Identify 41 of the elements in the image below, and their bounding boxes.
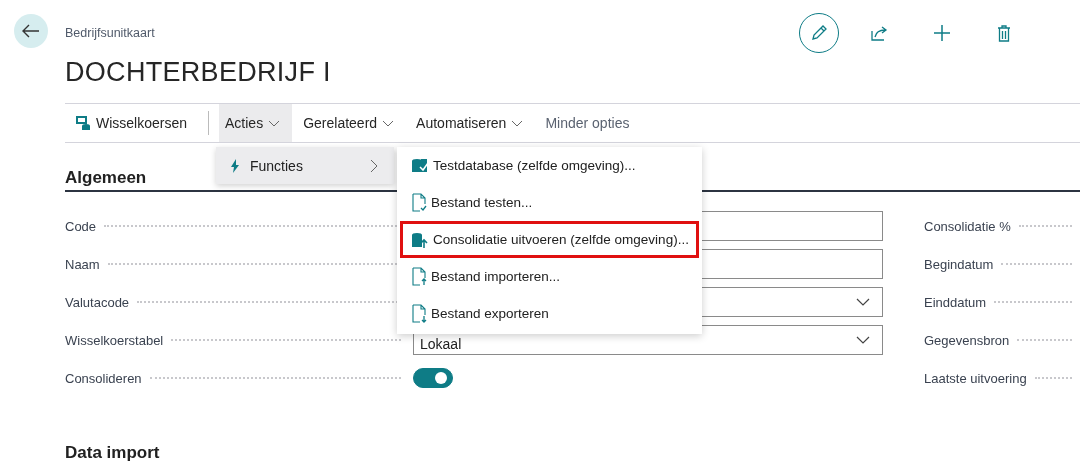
section-heading: Data import [65, 442, 160, 464]
field-label: Laatste uitvoering [924, 370, 1027, 386]
chevron-down-icon [511, 119, 524, 127]
field-label: Begindatum [924, 256, 994, 272]
menu-item[interactable]: Testdatabase (zelfde omgeving)... [400, 147, 699, 184]
toolbar-item[interactable]: Automatiseren [405, 104, 535, 142]
currency-icon [75, 115, 91, 131]
menu-item[interactable]: Bestand testen... [400, 184, 699, 221]
menu-item[interactable]: Bestand importeren... [400, 258, 699, 295]
chevron-down-icon [856, 336, 870, 344]
database-upload-icon [411, 230, 429, 249]
toolbar-item[interactable]: Minder opties [534, 104, 641, 142]
chevron-right-icon [370, 158, 378, 173]
menu-item[interactable]: Functies [216, 147, 394, 184]
field-label: Gegevensbron [924, 332, 1010, 348]
breadcrumb: Bedrijfsunitkaart [65, 26, 156, 40]
page-title: DOCHTERBEDRIJF I [65, 56, 332, 89]
field-label: Code [65, 218, 97, 234]
pencil-icon [809, 23, 829, 43]
field-label: Valutacode [65, 294, 130, 310]
back-arrow-icon [22, 24, 40, 38]
field-label: Consolideren [65, 370, 142, 386]
back-button[interactable] [14, 14, 48, 48]
chevron-down-icon [856, 298, 870, 306]
document-icon [411, 267, 427, 286]
chevron-down-icon [382, 119, 395, 127]
document-icon [411, 304, 427, 323]
document-icon [411, 193, 427, 212]
field-label: Naam [65, 256, 100, 272]
field-label: Consolidatie % [924, 218, 1011, 234]
section-heading: Algemeen [65, 167, 147, 189]
toolbar-item[interactable]: Gerelateerd [292, 104, 406, 142]
field-label: Einddatum [924, 294, 987, 310]
database-check-icon [411, 156, 429, 175]
lightning-icon [230, 158, 240, 173]
toolbar-item[interactable]: Acties [219, 104, 293, 142]
chevron-down-icon [268, 119, 281, 127]
toolbar-item[interactable]: Wisselkoersen [65, 104, 199, 142]
menu-item[interactable]: Consolidatie uitvoeren (zelfde omgeving)... [400, 221, 699, 258]
field-label: Wisselkoerstabel [65, 332, 164, 348]
toggle-switch[interactable] [413, 368, 453, 388]
